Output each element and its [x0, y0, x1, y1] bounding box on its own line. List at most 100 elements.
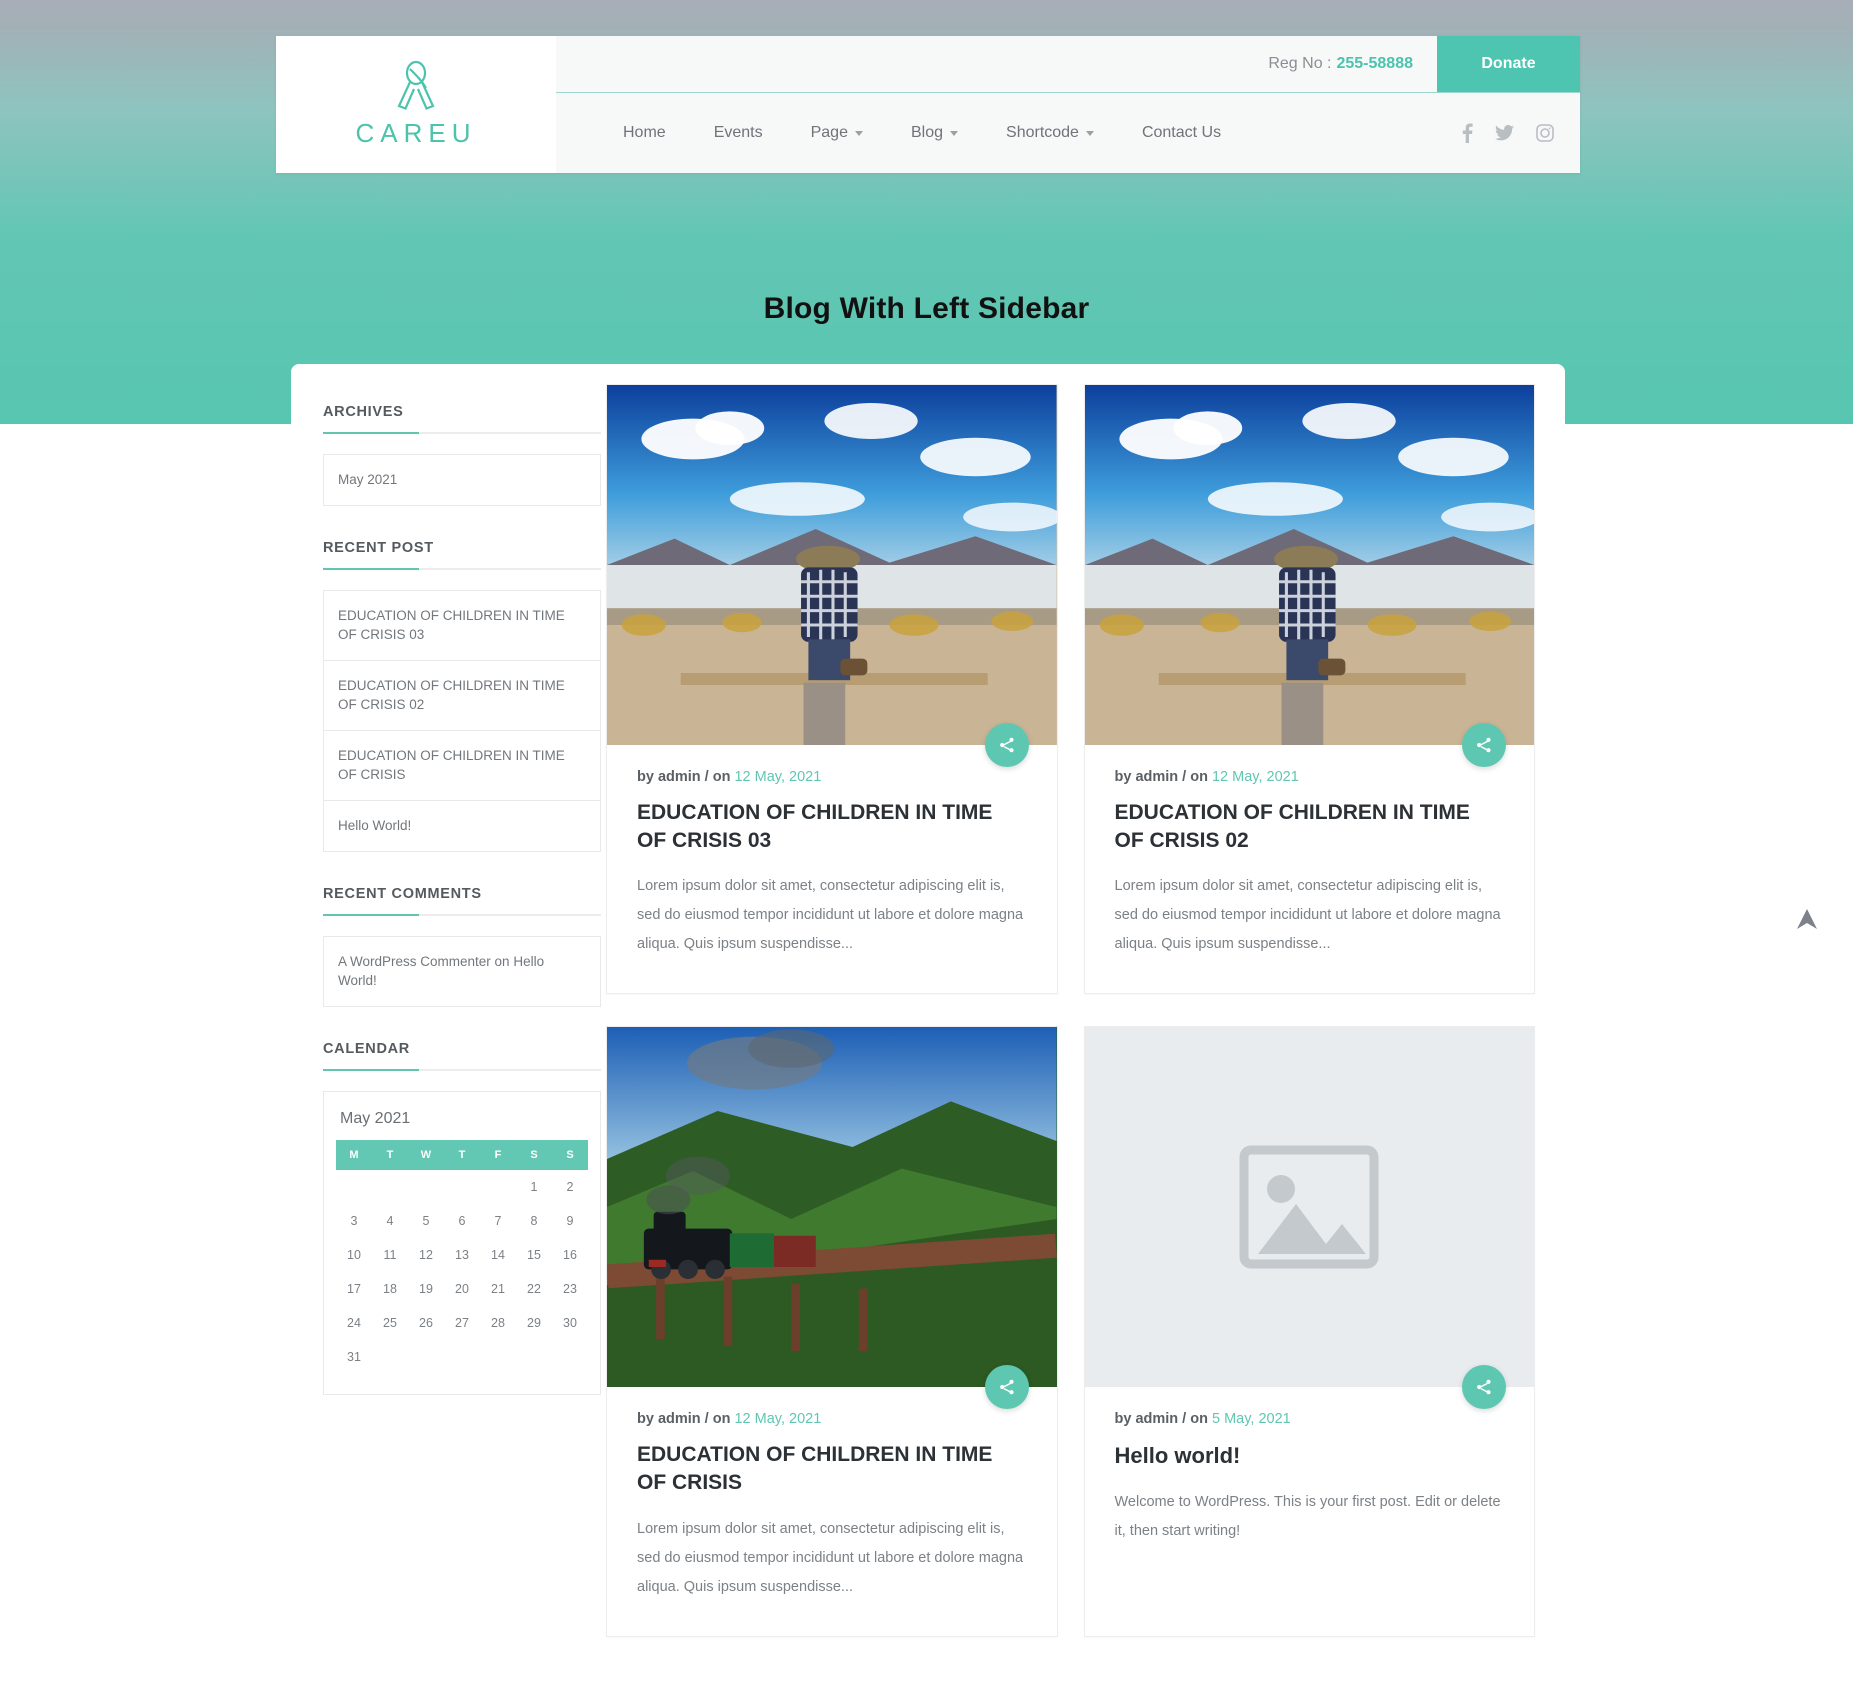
sidebar: ARCHIVES May 2021 RECENT POST EDUCATION …: [291, 364, 601, 1694]
chevron-down-icon: [950, 130, 959, 136]
nav-item-home[interactable]: Home: [599, 124, 690, 142]
nav-item-contact-us[interactable]: Contact Us: [1118, 124, 1245, 142]
calendar-day[interactable]: 20: [444, 1272, 480, 1306]
post-thumbnail[interactable]: [1084, 385, 1534, 745]
calendar-day[interactable]: 29: [516, 1306, 552, 1340]
twitter-icon[interactable]: [1495, 125, 1514, 141]
calendar-day[interactable]: 19: [408, 1272, 444, 1306]
ribbon-icon: [393, 60, 439, 112]
calendar-day[interactable]: 21: [480, 1272, 516, 1306]
calendar-table: M T W T F S S 1 2 3 4 5 6 7 8 9 10 11 12…: [336, 1139, 588, 1374]
widget-title-recent-comments: RECENT COMMENTS: [323, 886, 601, 916]
post-card: by admin / on 5 May, 2021 Hello world! W…: [1083, 1026, 1535, 1637]
chevron-down-icon: [1085, 130, 1094, 136]
calendar-day[interactable]: 24: [336, 1306, 372, 1340]
calendar-day[interactable]: 22: [516, 1272, 552, 1306]
nav-item-shortcode[interactable]: Shortcode: [982, 124, 1118, 142]
calendar-caption: May 2021: [340, 1109, 411, 1127]
calendar-day[interactable]: 15: [516, 1238, 552, 1272]
reg-no-value: 255-58888: [1336, 55, 1413, 72]
weekday-sat: S: [516, 1139, 552, 1170]
calendar-day[interactable]: [444, 1340, 480, 1374]
share-icon[interactable]: [1462, 723, 1506, 767]
calendar-day[interactable]: 5: [408, 1204, 444, 1238]
nav-label: Page: [810, 124, 848, 141]
post-date[interactable]: 12 May, 2021: [1212, 769, 1299, 785]
instagram-icon[interactable]: [1536, 124, 1554, 142]
nav-item-events[interactable]: Events: [690, 124, 787, 142]
weekday-tue: T: [372, 1139, 408, 1170]
post-title[interactable]: Hello world!: [1115, 1441, 1505, 1470]
post-grid: by admin / on 12 May, 2021 EDUCATION OF …: [576, 364, 1565, 1694]
calendar-day[interactable]: 14: [480, 1238, 516, 1272]
calendar-day[interactable]: 6: [444, 1204, 480, 1238]
calendar-day[interactable]: [336, 1170, 372, 1204]
content-panel: ARCHIVES May 2021 RECENT POST EDUCATION …: [291, 364, 1565, 1694]
calendar-day[interactable]: 7: [480, 1204, 516, 1238]
list-item[interactable]: EDUCATION OF CHILDREN IN TIME OF CRISIS …: [324, 661, 600, 731]
list-item[interactable]: EDUCATION OF CHILDREN IN TIME OF CRISIS …: [324, 591, 600, 661]
page-root: Blog With Left Sidebar CAREU Reg No : 25…: [0, 0, 1853, 1702]
widget-recent-comments: RECENT COMMENTS A WordPress Commenter on…: [323, 886, 601, 1007]
share-icon[interactable]: [984, 1365, 1029, 1410]
calendar-day[interactable]: 25: [372, 1306, 408, 1340]
main-navigation: Home Events Page Blog Shortcode Contact …: [556, 93, 1580, 173]
widget-title-calendar: CALENDAR: [323, 1041, 601, 1071]
calendar-day[interactable]: [480, 1170, 516, 1204]
calendar-day[interactable]: [408, 1170, 444, 1204]
calendar-week-row: 10 11 12 13 14 15 16: [336, 1238, 588, 1272]
calendar-day[interactable]: 27: [444, 1306, 480, 1340]
logo[interactable]: CAREU: [276, 36, 556, 173]
calendar: May 2021 M T W T F S S 1 2 3 4 5 6 7 8 9…: [323, 1090, 601, 1395]
nav-item-blog[interactable]: Blog: [887, 124, 982, 142]
header-right: Reg No : 255-58888 Donate Home Events Pa…: [556, 36, 1580, 173]
calendar-day[interactable]: [516, 1340, 552, 1374]
donate-button[interactable]: Donate: [1437, 36, 1580, 92]
nav-label: Contact Us: [1141, 124, 1222, 141]
calendar-day[interactable]: 18: [372, 1272, 408, 1306]
list-item[interactable]: EDUCATION OF CHILDREN IN TIME OF CRISIS: [324, 731, 600, 801]
post-thumbnail[interactable]: [607, 1027, 1057, 1388]
calendar-day[interactable]: 8: [516, 1204, 552, 1238]
calendar-day[interactable]: [480, 1340, 516, 1374]
post-date[interactable]: 12 May, 2021: [734, 1411, 821, 1427]
chevron-down-icon: [854, 130, 863, 136]
calendar-day[interactable]: [372, 1340, 408, 1374]
post-author: by admin / on: [637, 1411, 731, 1428]
calendar-day[interactable]: 1: [516, 1170, 552, 1204]
calendar-day[interactable]: 10: [336, 1238, 372, 1272]
top-bar: Reg No : 255-58888 Donate: [556, 36, 1580, 93]
list-item[interactable]: A WordPress Commenter on Hello World!: [324, 937, 600, 1007]
calendar-day[interactable]: 26: [408, 1306, 444, 1340]
post-title[interactable]: EDUCATION OF CHILDREN IN TIME OF CRISIS: [637, 1441, 1027, 1496]
post-title[interactable]: EDUCATION OF CHILDREN IN TIME OF CRISIS …: [637, 799, 1027, 854]
calendar-day[interactable]: 11: [372, 1238, 408, 1272]
calendar-day[interactable]: 3: [336, 1204, 372, 1238]
post-date[interactable]: 5 May, 2021: [1212, 1411, 1291, 1427]
arrow-up-icon[interactable]: [1793, 905, 1821, 933]
list-item[interactable]: Hello World!: [324, 801, 600, 852]
list-item[interactable]: May 2021: [324, 455, 600, 506]
post-excerpt: Lorem ipsum dolor sit amet, consectetur …: [637, 878, 1024, 953]
post-title[interactable]: EDUCATION OF CHILDREN IN TIME OF CRISIS …: [1115, 799, 1505, 854]
facebook-icon[interactable]: [1462, 123, 1473, 143]
calendar-day[interactable]: 12: [408, 1238, 444, 1272]
calendar-day[interactable]: 28: [480, 1306, 516, 1340]
calendar-day[interactable]: [372, 1170, 408, 1204]
calendar-day[interactable]: 4: [372, 1204, 408, 1238]
nav-item-page[interactable]: Page: [787, 124, 887, 142]
page-title: Blog With Left Sidebar: [763, 292, 1090, 325]
weekday-wed: W: [408, 1139, 444, 1170]
calendar-day[interactable]: 13: [444, 1238, 480, 1272]
calendar-day[interactable]: 31: [336, 1340, 372, 1374]
calendar-day[interactable]: 17: [336, 1272, 372, 1306]
share-icon[interactable]: [984, 723, 1029, 767]
calendar-day[interactable]: [408, 1340, 444, 1374]
calendar-week-row: 17 18 19 20 21 22 23: [336, 1272, 588, 1306]
calendar-day[interactable]: [444, 1170, 480, 1204]
post-date[interactable]: 12 May, 2021: [734, 769, 821, 785]
nav-label: Blog: [910, 124, 944, 141]
post-thumbnail-placeholder[interactable]: [1084, 1027, 1534, 1388]
widget-title-archives: ARCHIVES: [323, 404, 601, 434]
post-thumbnail[interactable]: [607, 385, 1057, 745]
